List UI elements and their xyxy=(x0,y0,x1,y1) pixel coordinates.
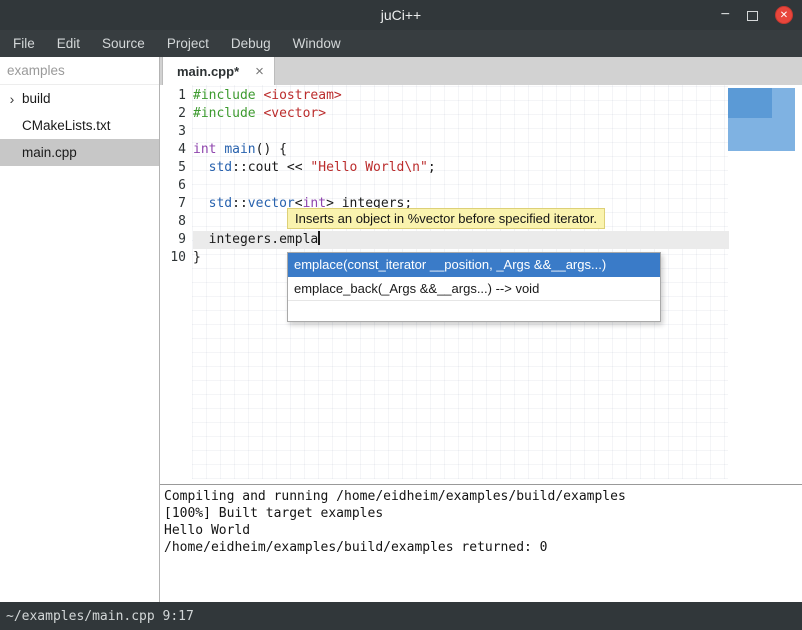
output-line: [100%] Built target examples xyxy=(164,505,802,522)
maximize-button[interactable] xyxy=(747,11,758,21)
code-text xyxy=(193,177,729,195)
sidebar-item-label: main.cpp xyxy=(22,145,77,160)
line-number: 4 xyxy=(160,141,193,159)
minimap-scrollbar[interactable] xyxy=(728,88,795,151)
minimap-viewport[interactable] xyxy=(728,88,772,118)
file-tree: ›build CMakeLists.txt main.cpp xyxy=(0,85,159,166)
tab-main-cpp[interactable]: main.cpp* × xyxy=(162,57,275,85)
tab-label: main.cpp* xyxy=(177,64,239,79)
autocomplete-item[interactable]: emplace_back(_Args &&__args...) --> void xyxy=(288,277,660,301)
output-line: Compiling and running /home/eidheim/exam… xyxy=(164,488,802,505)
sidebar-item-cmakelists-txt[interactable]: CMakeLists.txt xyxy=(0,112,159,139)
code-text: #include <iostream> xyxy=(193,87,729,105)
code-line[interactable]: 2#include <vector> xyxy=(160,105,802,123)
sidebar-item-build[interactable]: ›build xyxy=(0,85,159,112)
menu-project[interactable]: Project xyxy=(156,30,220,57)
code-line[interactable]: 4int main() { xyxy=(160,141,802,159)
line-number: 6 xyxy=(160,177,193,195)
line-number: 3 xyxy=(160,123,193,141)
menu-window[interactable]: Window xyxy=(282,30,352,57)
line-number: 10 xyxy=(160,249,193,267)
tab-close-icon[interactable]: × xyxy=(255,64,264,79)
tab-bar: main.cpp* × xyxy=(160,57,802,85)
titlebar: juCi++ − ✕ xyxy=(0,0,802,30)
output-line: Hello World xyxy=(164,522,802,539)
code-text: int main() { xyxy=(193,141,729,159)
line-number: 9 xyxy=(160,231,193,249)
close-button[interactable]: ✕ xyxy=(775,6,793,24)
autocomplete-item[interactable]: emplace(const_iterator __position, _Args… xyxy=(288,253,660,277)
code-line[interactable]: 3 xyxy=(160,123,802,141)
line-number: 8 xyxy=(160,213,193,231)
file-explorer-sidebar: examples ›build CMakeLists.txt main.cpp xyxy=(0,57,160,602)
statusbar-file-position: ~/examples/main.cpp 9:17 xyxy=(6,609,194,624)
window-title: juCi++ xyxy=(0,0,802,30)
menu-file[interactable]: File xyxy=(2,30,46,57)
chevron-right-icon[interactable]: › xyxy=(4,91,20,107)
project-name-header: examples xyxy=(0,57,159,85)
code-text xyxy=(193,123,729,141)
menubar: FileEditSourceProjectDebugWindow xyxy=(0,30,802,57)
autocomplete-popup: emplace(const_iterator __position, _Args… xyxy=(287,252,661,322)
code-line[interactable]: 9 integers.empla xyxy=(160,231,802,249)
code-text: std::cout << "Hello World\n"; xyxy=(193,159,729,177)
sidebar-item-main-cpp[interactable]: main.cpp xyxy=(0,139,159,166)
doc-tooltip: Inserts an object in %vector before spec… xyxy=(287,208,605,229)
menu-debug[interactable]: Debug xyxy=(220,30,282,57)
code-editor[interactable]: 1#include <iostream>2#include <vector>34… xyxy=(160,85,802,484)
code-line[interactable]: 5 std::cout << "Hello World\n"; xyxy=(160,159,802,177)
code-area: 1#include <iostream>2#include <vector>34… xyxy=(160,87,802,267)
line-number: 2 xyxy=(160,105,193,123)
code-line[interactable]: 6 xyxy=(160,177,802,195)
statusbar: ~/examples/main.cpp 9:17 xyxy=(0,602,802,630)
output-line: /home/eidheim/examples/build/examples re… xyxy=(164,539,802,556)
line-number: 1 xyxy=(160,87,193,105)
build-output-panel: Compiling and running /home/eidheim/exam… xyxy=(160,484,802,602)
code-text: #include <vector> xyxy=(193,105,729,123)
menu-source[interactable]: Source xyxy=(91,30,156,57)
minimize-button[interactable]: − xyxy=(721,0,730,30)
juci-window: juCi++ − ✕ FileEditSourceProjectDebugWin… xyxy=(0,0,802,630)
sidebar-item-label: CMakeLists.txt xyxy=(22,118,111,133)
code-line[interactable]: 1#include <iostream> xyxy=(160,87,802,105)
menu-edit[interactable]: Edit xyxy=(46,30,91,57)
text-cursor xyxy=(318,231,320,245)
line-number: 7 xyxy=(160,195,193,213)
window-controls: − ✕ xyxy=(721,0,793,30)
sidebar-item-label: build xyxy=(22,91,51,106)
code-text: integers.empla xyxy=(193,231,729,249)
line-number: 5 xyxy=(160,159,193,177)
